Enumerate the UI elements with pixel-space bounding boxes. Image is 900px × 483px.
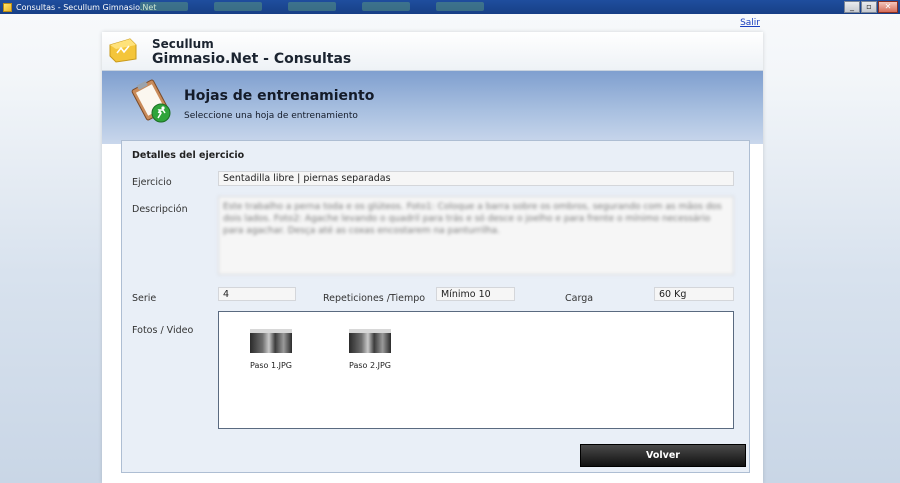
exercise-details-panel: Detalles del ejercicio Ejercicio Sentadi…: [121, 140, 750, 473]
maximize-button[interactable]: ▫: [861, 1, 877, 13]
close-button[interactable]: ✕: [878, 1, 898, 13]
ejercicio-label: Ejercicio: [132, 177, 172, 188]
logout-link[interactable]: Salir: [740, 18, 760, 28]
repeticiones-field[interactable]: Mínimo 10: [436, 287, 515, 301]
serie-field[interactable]: 4: [218, 287, 296, 301]
section-subtitle: Seleccione una hoja de entrenamiento: [184, 111, 358, 121]
back-button[interactable]: Volver: [580, 444, 746, 467]
section-title: Hojas de entrenamiento: [184, 88, 375, 104]
photo-thumbnail[interactable]: [349, 329, 391, 353]
fotos-label: Fotos / Video: [132, 325, 194, 336]
page: Salir Secullum Gimnasio.Net - Consultas …: [0, 14, 900, 483]
minimize-button[interactable]: _: [844, 1, 860, 13]
section-header: Hojas de entrenamiento Seleccione una ho…: [102, 71, 763, 144]
descripcion-label: Descripción: [132, 204, 188, 215]
brand-name: Secullum: [152, 37, 214, 51]
carga-label: Carga: [565, 293, 594, 304]
photo-name: Paso 1.JPG: [250, 361, 292, 370]
photo-item[interactable]: Paso 1.JPG: [241, 329, 301, 370]
window-titlebar: Consultas - Secullum Gimnasio.Net _ ▫ ✕: [0, 0, 900, 14]
repeticiones-label: Repeticiones /Tiempo: [323, 293, 426, 304]
descripcion-field[interactable]: Este trabalho a perna toda e os glúteos.…: [218, 196, 734, 275]
serie-label: Serie: [132, 293, 157, 304]
panel-title: Detalles del ejercicio: [132, 150, 245, 161]
app-logo-icon: [109, 38, 137, 63]
main-frame: Secullum Gimnasio.Net - Consultas Hojas …: [102, 32, 763, 483]
app-header: Secullum Gimnasio.Net - Consultas: [102, 32, 763, 71]
carga-field[interactable]: 60 Kg: [654, 287, 734, 301]
clipboard-icon: [131, 79, 171, 123]
photo-thumbnail[interactable]: [250, 329, 292, 353]
app-name: Gimnasio.Net - Consultas: [152, 51, 352, 67]
window-controls: _ ▫ ✕: [844, 1, 898, 13]
photo-name: Paso 2.JPG: [349, 361, 391, 370]
photos-box: Paso 1.JPG Paso 2.JPG: [218, 311, 734, 429]
ejercicio-field[interactable]: Sentadilla libre | piernas separadas: [218, 171, 734, 186]
photo-item[interactable]: Paso 2.JPG: [340, 329, 400, 370]
app-icon: [3, 2, 12, 12]
taskbar-ghost: [140, 2, 484, 11]
